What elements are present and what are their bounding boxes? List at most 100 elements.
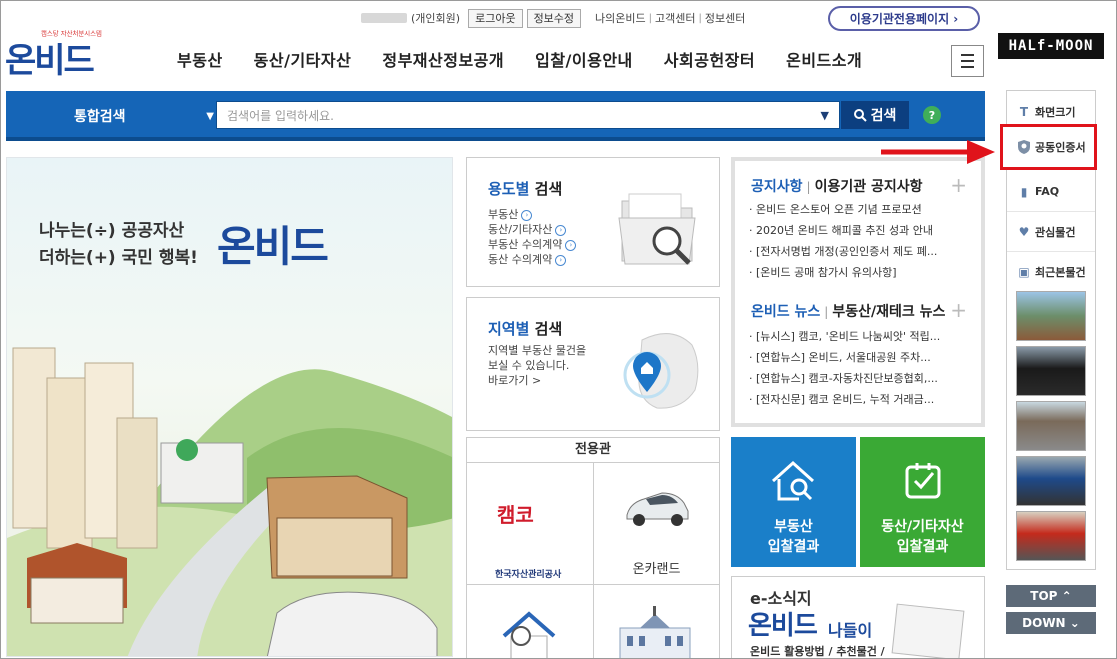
building-icon: [619, 606, 691, 658]
notice-tabs: 공지사항 | 이용기관 공지사항: [751, 179, 923, 195]
scroll-top-button[interactable]: TOP ⌃: [1006, 585, 1096, 607]
kamco-link[interactable]: 캠코 한국자산관리공사: [467, 463, 593, 584]
divider: |: [698, 12, 702, 24]
hero-line-1: 나누는(÷) 공공자산: [39, 221, 185, 241]
link-movable[interactable]: 동산/기타자산 ›: [488, 222, 576, 237]
list-item[interactable]: · [뉴시스] 캠코, '온비드 나눔씨앗' 적립...: [749, 326, 971, 347]
nav-about[interactable]: 온비드소개: [786, 47, 862, 77]
search-bar: 통합검색 ▼ 검색어를 입력하세요. ▼ 검색 ?: [6, 91, 985, 141]
recent-item-thumbnail[interactable]: [1016, 511, 1086, 561]
tab-notice[interactable]: 공지사항: [751, 179, 803, 195]
my-onbid-link[interactable]: 나의온비드: [595, 10, 646, 26]
news-list: · [뉴시스] 캠코, '온비드 나눔씨앗' 적립... · [연합뉴스] 온비…: [749, 326, 971, 410]
recent-item-thumbnail[interactable]: [1016, 456, 1086, 506]
scroll-down-button[interactable]: DOWN ⌄: [1006, 612, 1096, 634]
dropdown-arrow-icon[interactable]: ▼: [821, 109, 829, 122]
usage-search-box[interactable]: 용도별 검색 부동산 › 동산/기타자산 › 부동산 수의계약 › 동산 수의계약 ›: [466, 157, 720, 287]
halfmoon-banner[interactable]: HALf-MOON: [998, 33, 1104, 59]
kamco-name: 한국자산관리공사: [495, 570, 562, 580]
favorites-button[interactable]: ♥ 관심물건: [1007, 212, 1095, 252]
callout-arrow-icon: [881, 140, 995, 164]
oncarland-link[interactable]: 온카랜드: [594, 463, 719, 584]
search-placeholder: 검색어를 입력하세요.: [227, 108, 334, 123]
hero-banner[interactable]: 나누는(÷) 공공자산 더하는(+) 국민 행복! 온비드: [6, 157, 453, 657]
list-item[interactable]: · [온비드 공매 참가시 유의사항]: [749, 262, 971, 283]
folder-search-icon: [618, 193, 696, 265]
oncarland-label: 온카랜드: [632, 562, 681, 577]
top-utility-bar: (개인회원) 로그아웃 정보수정 나의온비드 | 고객센터 | 정보센터: [361, 7, 745, 29]
list-item[interactable]: · [연합뉴스] 캠코-자동차진단보증협회,...: [749, 368, 971, 389]
list-item[interactable]: · [전자서명법 개정(공인인증서 제도 폐...: [749, 241, 971, 262]
exclusive-hall-title: 전용관: [467, 438, 719, 463]
house-search-icon: [771, 460, 815, 501]
plus-icon[interactable]: +: [950, 298, 967, 322]
newspaper-image: [891, 603, 965, 658]
plus-icon[interactable]: +: [950, 173, 967, 197]
faq-button[interactable]: ▮ FAQ: [1007, 172, 1095, 212]
notice-box: 공지사항 | 이용기관 공지사항 + · 온비드 온스토어 오픈 기념 프로모션 ·…: [731, 157, 985, 427]
search-input[interactable]: 검색어를 입력하세요. ▼: [216, 101, 840, 129]
exclusive-hall-box: 전용관 캠코 한국자산관리공사 온카랜드: [466, 437, 720, 658]
heart-icon: ♥: [1018, 224, 1030, 239]
usage-search-links: 부동산 › 동산/기타자산 › 부동산 수의계약 › 동산 수의계약 ›: [488, 207, 577, 267]
search-category-select[interactable]: 통합검색 ▼: [26, 103, 214, 129]
map-pin-icon: [623, 333, 699, 409]
list-item[interactable]: · 2020년 온비드 해피콜 추진 성과 안내: [749, 220, 971, 241]
house-search-icon: [502, 611, 556, 658]
movable-result-tile[interactable]: 동산/기타자산 입찰결과: [860, 437, 985, 567]
menu-icon[interactable]: [951, 45, 984, 77]
browser-frame: (개인회원) 로그아웃 정보수정 나의온비드 | 고객센터 | 정보센터 이용기…: [0, 0, 1117, 659]
institution-page-button[interactable]: 이용기관전용페이지 ›: [828, 6, 980, 31]
newsletter-sub: 온비드 활용방법 / 추천물건 /: [750, 645, 885, 658]
nav-bid-guide[interactable]: 입찰/이용안내: [535, 47, 633, 77]
list-item[interactable]: · [전자신문] 캠코 온비드, 누적 거래금...: [749, 389, 971, 410]
tab-onbid-news[interactable]: 온비드 뉴스: [751, 304, 820, 320]
newsletter-brand: 온비드: [748, 611, 818, 641]
public-certificate-button[interactable]: 공동인증서: [1000, 124, 1097, 170]
hero-line-2: 더하는(+) 국민 행복!: [39, 248, 198, 268]
onbid-logo[interactable]: 캠스탕 자산처분시스템 온비드: [5, 23, 115, 81]
region-go-link[interactable]: 바로가기 >: [488, 373, 586, 388]
list-item[interactable]: · [연합뉴스] 온비드, 서울대공원 주차...: [749, 347, 971, 368]
logo-text: 온비드: [5, 41, 95, 81]
newsletter-banner[interactable]: e-소식지 온비드 나들이 온비드 활용방법 / 추천물건 /: [731, 576, 985, 658]
search-button-label: 검색: [870, 108, 897, 124]
kamco-logo: 캠코: [497, 503, 534, 527]
link-realestate[interactable]: 부동산 ›: [488, 207, 576, 222]
edit-info-button[interactable]: 정보수정: [526, 8, 582, 28]
link-movable-private[interactable]: 동산 수의계약 ›: [488, 252, 576, 267]
region-search-box[interactable]: 지역별 검색 지역별 부동산 물건을 보실 수 있습니다. 바로가기 >: [466, 297, 720, 431]
realestate-result-tile[interactable]: 부동산 입찰결과: [731, 437, 856, 567]
search-button[interactable]: 검색: [841, 101, 909, 129]
list-item[interactable]: · 온비드 온스토어 오픈 기념 프로모션: [749, 199, 971, 220]
dropdown-arrow-icon: ▼: [206, 110, 214, 122]
recent-item-thumbnail[interactable]: [1016, 401, 1086, 451]
help-icon[interactable]: ?: [923, 106, 941, 124]
tab-institution-notice[interactable]: 이용기관 공지사항: [815, 179, 923, 195]
logout-button[interactable]: 로그아웃: [468, 8, 523, 28]
car-icon: [626, 492, 689, 526]
recent-item-thumbnail[interactable]: [1016, 346, 1086, 396]
nav-realestate[interactable]: 부동산: [177, 47, 223, 77]
nav-social-market[interactable]: 사회공헌장터: [664, 47, 755, 77]
info-center-link[interactable]: 정보센터: [705, 10, 745, 26]
customer-center-link[interactable]: 고객센터: [655, 10, 695, 26]
main-nav: 부동산 동산/기타자산 정부재산정보공개 입찰/이용안내 사회공헌장터 온비드소…: [177, 47, 893, 77]
link-realestate-private[interactable]: 부동산 수의계약 ›: [488, 237, 577, 252]
usage-search-title: 용도별 검색: [488, 180, 563, 198]
recent-item-thumbnail[interactable]: [1016, 291, 1086, 341]
search-category-label: 통합검색: [74, 109, 126, 125]
search-icon: [853, 108, 867, 122]
user-name-redacted: [361, 13, 407, 23]
recent-items-label: ▣ 최근본물건: [1007, 252, 1095, 292]
monitor-icon: ▣: [1018, 265, 1030, 279]
notice-list: · 온비드 온스토어 오픈 기념 프로모션 · 2020년 온비드 해피콜 추진…: [749, 199, 971, 283]
nav-movable[interactable]: 동산/기타자산: [254, 47, 352, 77]
nav-gov-property[interactable]: 정부재산정보공개: [382, 47, 504, 77]
newsletter-suffix: 나들이: [828, 621, 873, 640]
news-tabs: 온비드 뉴스 | 부동산/재테크 뉴스: [751, 304, 946, 320]
divider: |: [648, 12, 653, 24]
checkbox-icon: [905, 463, 941, 499]
tab-finance-news[interactable]: 부동산/재테크 뉴스: [832, 304, 945, 320]
region-search-title: 지역별 검색: [488, 320, 563, 338]
